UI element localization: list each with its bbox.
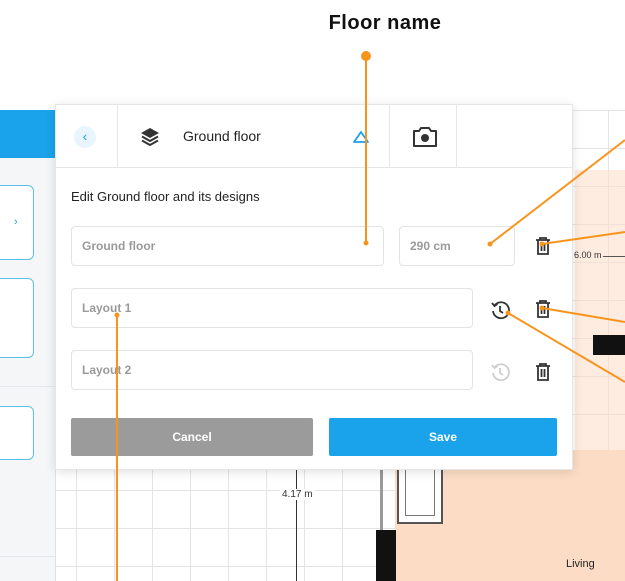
layout-name-input[interactable]: Layout 1 <box>71 288 473 328</box>
header-separator <box>456 105 457 167</box>
header-separator <box>117 105 118 167</box>
layers-icon <box>141 128 159 146</box>
sidebar-card[interactable] <box>0 278 34 358</box>
left-sidebar: › <box>0 110 56 581</box>
header-separator <box>389 105 390 167</box>
trash-icon[interactable] <box>532 298 554 320</box>
sidebar-expand-icon[interactable]: › <box>14 216 24 228</box>
sidebar-header <box>0 110 55 158</box>
trash-icon[interactable] <box>532 361 554 383</box>
camera-icon[interactable] <box>408 123 442 151</box>
room-fill-upper <box>575 170 625 470</box>
sidebar-divider <box>0 556 55 557</box>
triangle-icon[interactable] <box>352 130 370 144</box>
cancel-button[interactable]: Cancel <box>71 418 313 456</box>
restore-history-icon[interactable] <box>489 299 511 321</box>
dimension-label-vertical: 4.17 m <box>280 489 315 500</box>
save-button[interactable]: Save <box>329 418 557 456</box>
floor-edit-panel: ‹ Ground floor Edit Ground floor and its… <box>55 104 573 470</box>
layout-name-input[interactable]: Layout 2 <box>71 350 473 390</box>
wall-segment-bottom <box>376 530 396 581</box>
back-chevron-icon[interactable]: ‹ <box>74 126 96 148</box>
restore-history-icon-disabled <box>491 363 510 382</box>
dimension-line-right <box>603 256 625 257</box>
wall-segment-right <box>593 335 625 355</box>
sidebar-card[interactable] <box>0 406 34 460</box>
floor-selector-title[interactable]: Ground floor <box>183 128 261 144</box>
room-label: Living <box>566 558 595 570</box>
dimension-line <box>296 470 297 581</box>
sidebar-divider <box>0 386 55 387</box>
panel-heading: Edit Ground floor and its designs <box>71 189 260 204</box>
annotation-title: Floor name <box>328 12 442 34</box>
floor-height-input[interactable]: 290 cm <box>399 226 515 266</box>
trash-icon[interactable] <box>532 235 554 257</box>
floor-name-input[interactable]: Ground floor <box>71 226 384 266</box>
panel-header: ‹ Ground floor <box>56 105 572 168</box>
dimension-label-right: 6.00 m <box>574 250 602 260</box>
